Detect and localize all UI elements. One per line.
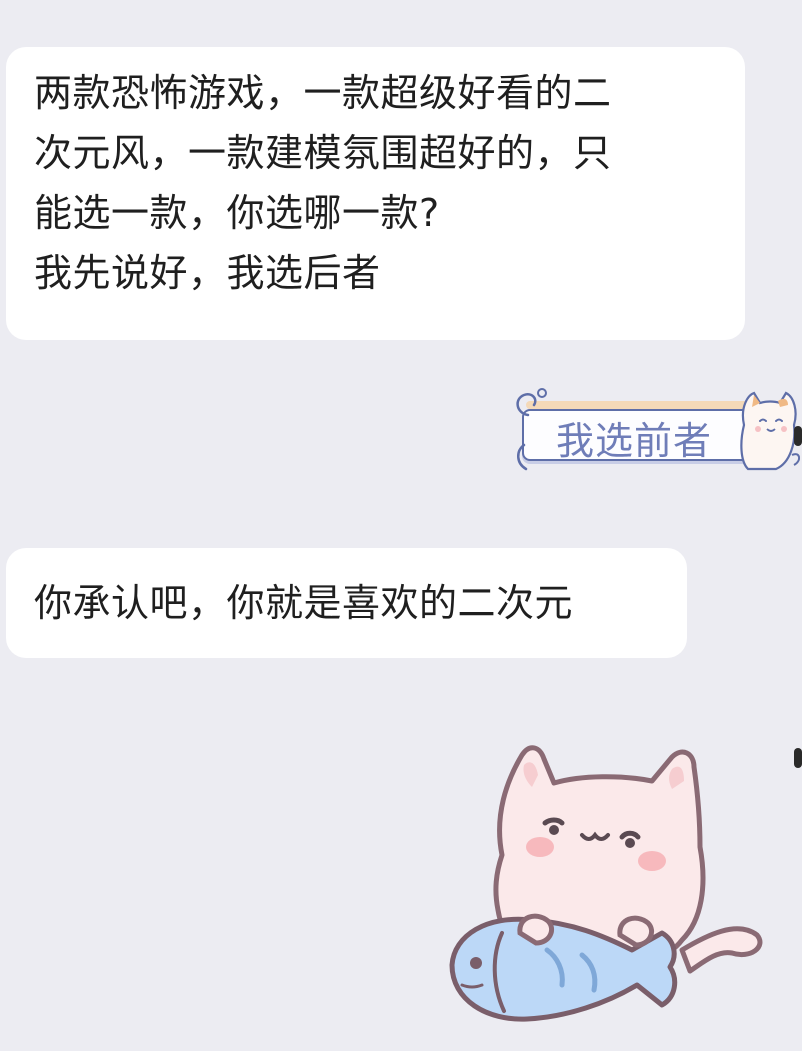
message-bubble-incoming[interactable]: 你承认吧，你就是喜欢的二次元 — [6, 548, 687, 658]
message-line: 两款恐怖游戏，一款超级好看的二 — [34, 71, 612, 115]
message-text: 你承认吧，你就是喜欢的二次元 — [34, 581, 574, 625]
chat-area[interactable]: 两款恐怖游戏，一款超级好看的二 次元风，一款建模氛围超好的，只 能选一款，你选哪… — [0, 0, 802, 1051]
cat-holding-fish-sticker[interactable] — [432, 735, 777, 1040]
sticker-text: 我选前者 — [556, 419, 713, 463]
edge-indicator — [794, 426, 802, 446]
message-bubble-incoming[interactable]: 两款恐怖游戏，一款超级好看的二 次元风，一款建模氛围超好的，只 能选一款，你选哪… — [6, 47, 745, 340]
message-line: 次元风，一款建模氛围超好的，只 — [34, 131, 612, 175]
message-line: 我先说好，我选后者 — [34, 251, 381, 295]
edge-indicator — [794, 748, 802, 768]
message-line: 能选一款，你选哪一款? — [34, 191, 440, 235]
sticker-message-outgoing[interactable]: 我选前者 — [508, 385, 800, 485]
